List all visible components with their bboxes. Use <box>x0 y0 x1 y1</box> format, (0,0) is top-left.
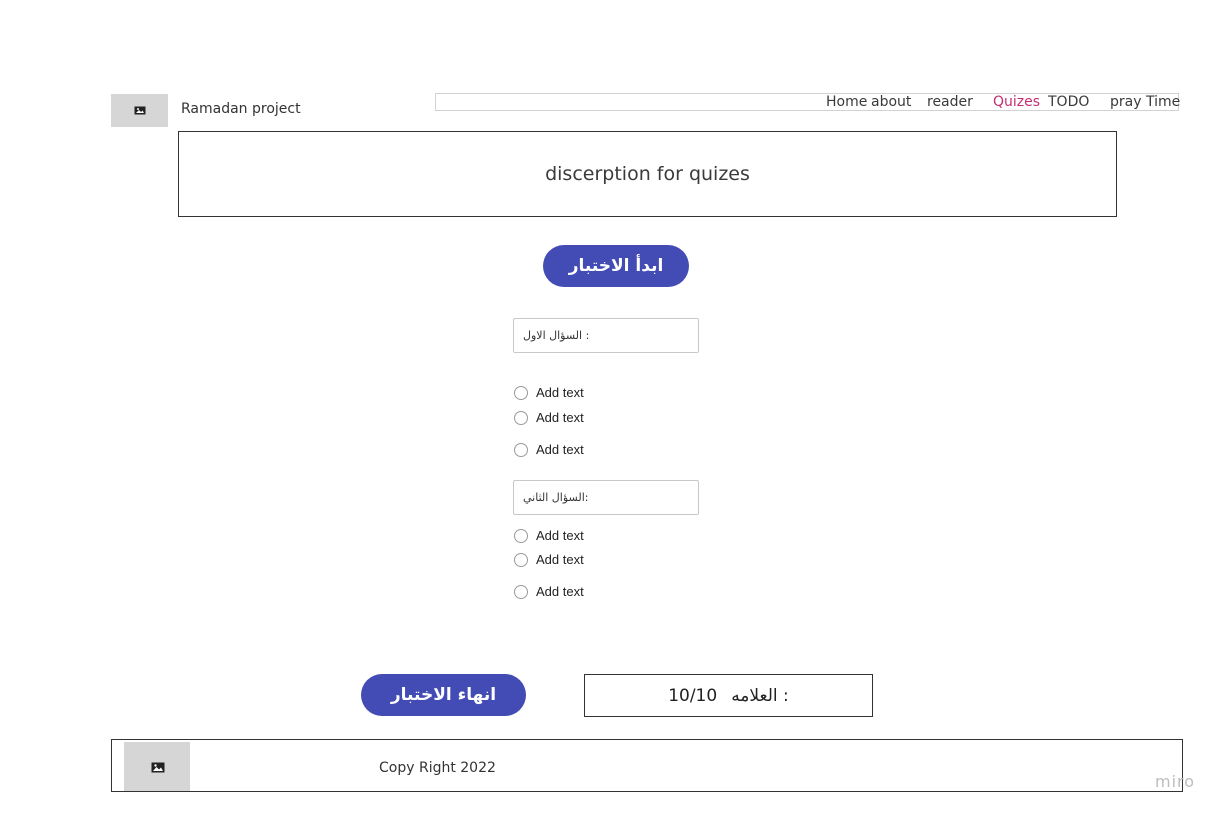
score-label: العلامه : <box>731 685 789 706</box>
image-icon <box>134 106 146 115</box>
radio-button[interactable] <box>514 385 528 400</box>
question-2-option-3[interactable]: Add text <box>514 584 584 599</box>
question-1-option-2[interactable]: Add text <box>514 410 584 425</box>
radio-button[interactable] <box>514 410 528 425</box>
question-1-label: : السؤال الاول <box>513 318 699 353</box>
question-2-option-1[interactable]: Add text <box>514 528 584 543</box>
header-logo <box>111 94 168 127</box>
radio-button[interactable] <box>514 442 528 457</box>
copyright-text: Copy Right 2022 <box>379 760 496 776</box>
nav-pray-time[interactable]: pray Time <box>1110 94 1180 110</box>
radio-button[interactable] <box>514 528 528 543</box>
nav-home[interactable]: Home <box>826 94 867 110</box>
footer-logo <box>124 742 190 791</box>
watermark: miro <box>1155 772 1196 791</box>
app-title: Ramadan project <box>181 101 301 117</box>
radio-button[interactable] <box>514 552 528 567</box>
nav-reader[interactable]: reader <box>927 94 973 110</box>
question-1-option-1[interactable]: Add text <box>514 385 584 400</box>
score-box: 10/10 العلامه : <box>584 674 873 717</box>
quiz-description: discerption for quizes <box>178 131 1117 217</box>
footer <box>111 739 1183 792</box>
score-value: 10/10 <box>668 685 718 706</box>
start-quiz-button[interactable]: ابدأ الاختبار <box>543 245 689 287</box>
end-quiz-button[interactable]: انهاء الاختبار <box>361 674 526 716</box>
image-icon <box>151 762 165 773</box>
nav-todo[interactable]: TODO <box>1048 94 1089 110</box>
question-2-option-2[interactable]: Add text <box>514 552 584 567</box>
question-1-option-3[interactable]: Add text <box>514 442 584 457</box>
question-2-label: :السؤال الثاني <box>513 480 699 515</box>
nav-quizes[interactable]: Quizes <box>993 94 1040 110</box>
nav-about[interactable]: about <box>871 94 911 110</box>
radio-button[interactable] <box>514 584 528 599</box>
